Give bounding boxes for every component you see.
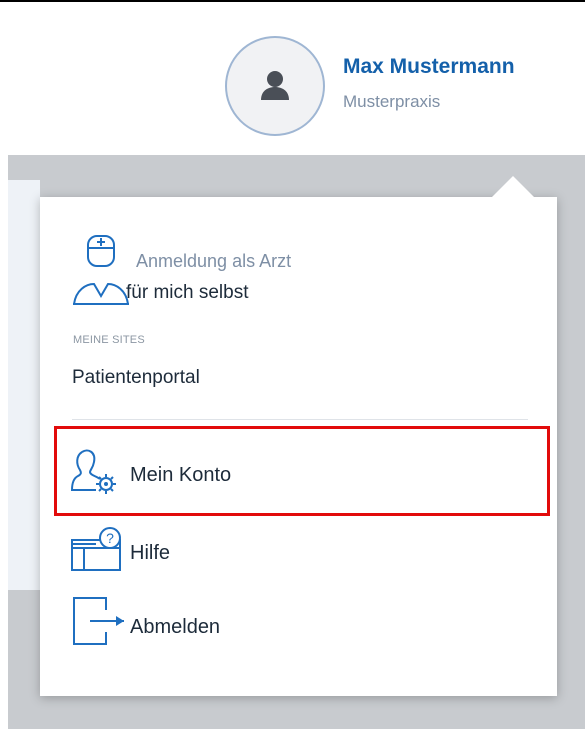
user-avatar-icon — [261, 71, 289, 100]
sites-heading: MEINE SITES — [73, 334, 145, 346]
user-name[interactable]: Max Mustermann — [343, 55, 515, 79]
menu-item-help-label: Hilfe — [130, 542, 171, 564]
role-label: Anmeldung als Arzt — [136, 251, 292, 271]
menu-item-help[interactable]: ? Hilfe — [70, 526, 530, 582]
account-settings-icon — [70, 449, 116, 494]
help-window-icon: ? — [71, 527, 121, 571]
top-border — [0, 0, 585, 2]
logout-icon — [73, 597, 124, 645]
user-avatar[interactable] — [225, 36, 325, 136]
menu-divider — [72, 419, 528, 420]
menu-item-logout[interactable]: Abmelden — [70, 596, 530, 652]
svg-text:?: ? — [106, 530, 114, 546]
menu-item-account-label: Mein Konto — [130, 464, 232, 486]
background-panel-edge — [8, 180, 40, 590]
dropdown-caret — [491, 176, 535, 198]
site-link-patientenportal[interactable]: Patientenportal — [72, 367, 200, 389]
role-sublabel: für mich selbst — [126, 282, 249, 303]
page: Max Mustermann Musterpraxis Anmeldung al… — [0, 0, 585, 729]
menu-item-logout-label: Abmelden — [130, 616, 221, 638]
user-organization: Musterpraxis — [343, 92, 441, 111]
menu-item-account[interactable]: Mein Konto — [70, 448, 530, 504]
doctor-icon — [73, 235, 129, 305]
